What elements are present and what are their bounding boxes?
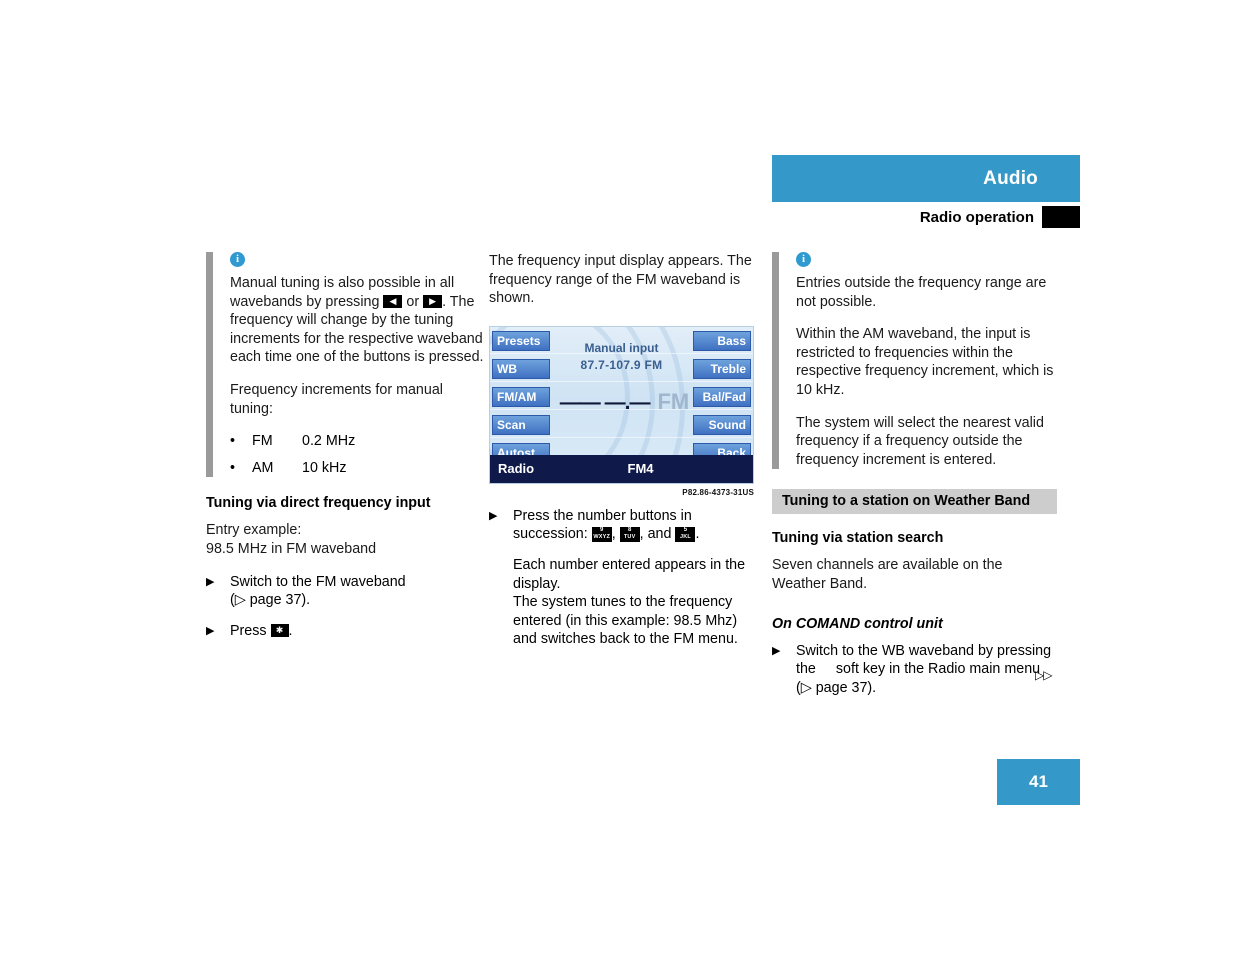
step-text: Press ✱. [230, 622, 486, 641]
step-text-line1: Switch to the FM waveband [230, 573, 406, 590]
status-source-label: Radio [498, 461, 535, 477]
frequency-band-label: FM [657, 388, 690, 414]
softkey-presets[interactable]: Presets [492, 330, 550, 351]
frequency-range-label: 87.7-107.9 FM [580, 357, 663, 372]
softkey-scan[interactable]: Scan [492, 414, 550, 435]
step-switch-fm-waveband: ▶ Switch to the FM waveband (▷ page 37). [206, 573, 486, 610]
softkey-bal-fad[interactable]: Bal/Fad [693, 386, 751, 407]
info-icon: i [796, 252, 811, 267]
bullet-band: FM [252, 433, 273, 450]
step-text-pageref: (▷ page 37). [230, 592, 311, 609]
page-subtitle: Radio operation [919, 208, 1034, 226]
step-text: Press the number buttons in succession: … [513, 507, 759, 544]
step-marker-icon: ▶ [772, 644, 781, 657]
header-subtitle-row: Radio operation [772, 205, 1080, 229]
softkey-sound[interactable]: Sound [693, 414, 751, 435]
radio-status-bar: Radio FM4 [490, 454, 753, 483]
note-text-or: or [406, 293, 420, 310]
bullet-increment: 0.2 MHz [302, 433, 356, 450]
step-text-after: soft key in the Radio main menu (▷ page … [796, 661, 1041, 696]
weather-band-paragraph: Seven channels are available on the Weat… [772, 557, 1003, 592]
step-text-press: Press [230, 622, 267, 639]
page-number: 41 [997, 759, 1080, 805]
step-text: Switch to the FM waveband (▷ page 37). [230, 573, 486, 610]
step-marker-icon: ▶ [206, 624, 215, 637]
star-key-icon: ✱ [270, 624, 289, 638]
step-text: Each number entered appears in the displ… [513, 556, 759, 649]
radio-display-figure: Presets WB FM/AM Scan Autost. Bass Trebl… [489, 325, 759, 497]
entry-example-label: Entry example: [206, 522, 302, 539]
manual-input-label: Manual input [584, 340, 659, 355]
list-item: • AM 10 kHz [230, 459, 486, 478]
section-heading-weather-band: Tuning to a station on Weather Band [772, 489, 1057, 515]
frequency-placeholder: —— —.— [559, 390, 651, 414]
bullet-dot: • [230, 433, 236, 450]
step-text: Switch to the WB waveband by pressing th… [796, 642, 1057, 698]
step-result-description: Each number entered appears in the displ… [489, 556, 759, 649]
note-paragraph-1: Entries outside the frequency range are … [796, 275, 1047, 310]
continuation-arrows-icon: ▷▷ [1035, 668, 1052, 682]
entry-example-block: Entry example: 98.5 MHz in FM waveband [206, 521, 486, 558]
note-paragraph-2: Within the AM waveband, the input is res… [796, 326, 1054, 398]
step-switch-wb-waveband: ▶ Switch to the WB waveband by pressing … [772, 642, 1057, 698]
step-text-period: . [288, 622, 293, 639]
key-separator-1: , [611, 526, 616, 543]
bullet-dot: • [230, 459, 236, 476]
number-key-9-icon: 9 WXYZ [591, 527, 612, 543]
step-press-number-buttons: ▶ Press the number buttons in succession… [489, 507, 759, 544]
entry-example-value: 98.5 MHz in FM waveband [206, 540, 377, 557]
note-box-frequency-range: i Entries outside the frequency range ar… [772, 252, 1057, 470]
number-key-5-icon: 5 JKL [675, 527, 696, 543]
radio-center-header: Manual input 87.7-107.9 FM [560, 341, 683, 372]
right-arrow-key-icon: ▶ [423, 295, 443, 309]
section-marker-square [1042, 206, 1080, 228]
result-paragraph-1: Each number entered appears in the displ… [513, 556, 746, 592]
note-rule [772, 252, 779, 470]
bullet-band: AM [252, 459, 274, 476]
bullet-increment: 10 kHz [302, 459, 347, 476]
step-marker-icon: ▶ [489, 509, 498, 522]
info-icon: i [230, 252, 245, 267]
heading-comand-control-unit: On COMAND control unit [772, 615, 943, 632]
heading-direct-frequency-input: Tuning via direct frequency input [206, 495, 431, 512]
header-accent-bar: Audio [772, 155, 1080, 202]
softkey-wb[interactable]: WB [492, 358, 550, 379]
divider [490, 436, 753, 438]
softkey-bass[interactable]: Bass [693, 330, 751, 351]
note-paragraph-1: Manual tuning is also possible in all wa… [230, 274, 486, 367]
note-text-period: . [442, 293, 447, 310]
page-title: Audio [983, 167, 1038, 189]
note-box-manual-tuning: i Manual tuning is also possible in all … [206, 252, 486, 478]
result-paragraph-2: The system tunes to the frequency entere… [513, 594, 738, 648]
status-band-label: FM4 [627, 461, 654, 477]
middle-column: The frequency input display appears. The… [489, 252, 759, 649]
frequency-input-intro: The frequency input display appears. The… [489, 253, 752, 307]
subheading-station-search: Tuning via station search [772, 530, 944, 547]
divider [490, 380, 753, 382]
radio-frequency-readout: —— —.— FM [558, 389, 691, 415]
note-paragraph-3: The system will select the nearest valid… [796, 414, 1044, 468]
note-rule [206, 252, 213, 478]
note-paragraph-3: Frequency increments for manual tuning: [230, 381, 443, 417]
right-column: i Entries outside the frequency range ar… [772, 252, 1057, 709]
radio-display-screen: Presets WB FM/AM Scan Autost. Bass Trebl… [489, 325, 754, 484]
softkey-fm-am[interactable]: FM/AM [492, 386, 550, 407]
left-arrow-key-icon: ◀ [383, 295, 403, 309]
step-press-star-key: ▶ Press ✱. [206, 622, 486, 641]
note-text-part-1: Manual tuning is also possible in all wa… [230, 275, 455, 310]
step-marker-icon: ▶ [206, 575, 215, 588]
key-separator-2: , and [639, 526, 672, 543]
step-text-after: . [695, 526, 700, 543]
figure-caption: P82.86-4373-31US [682, 487, 754, 497]
number-key-8-icon: 8 TUV [619, 527, 640, 543]
step-marker-spacer [489, 556, 513, 649]
list-item: • FM 0.2 MHz [230, 432, 486, 451]
left-column: i Manual tuning is also possible in all … [206, 252, 486, 653]
softkey-treble[interactable]: Treble [693, 358, 751, 379]
page-header: Audio Radio operation [772, 155, 1080, 229]
